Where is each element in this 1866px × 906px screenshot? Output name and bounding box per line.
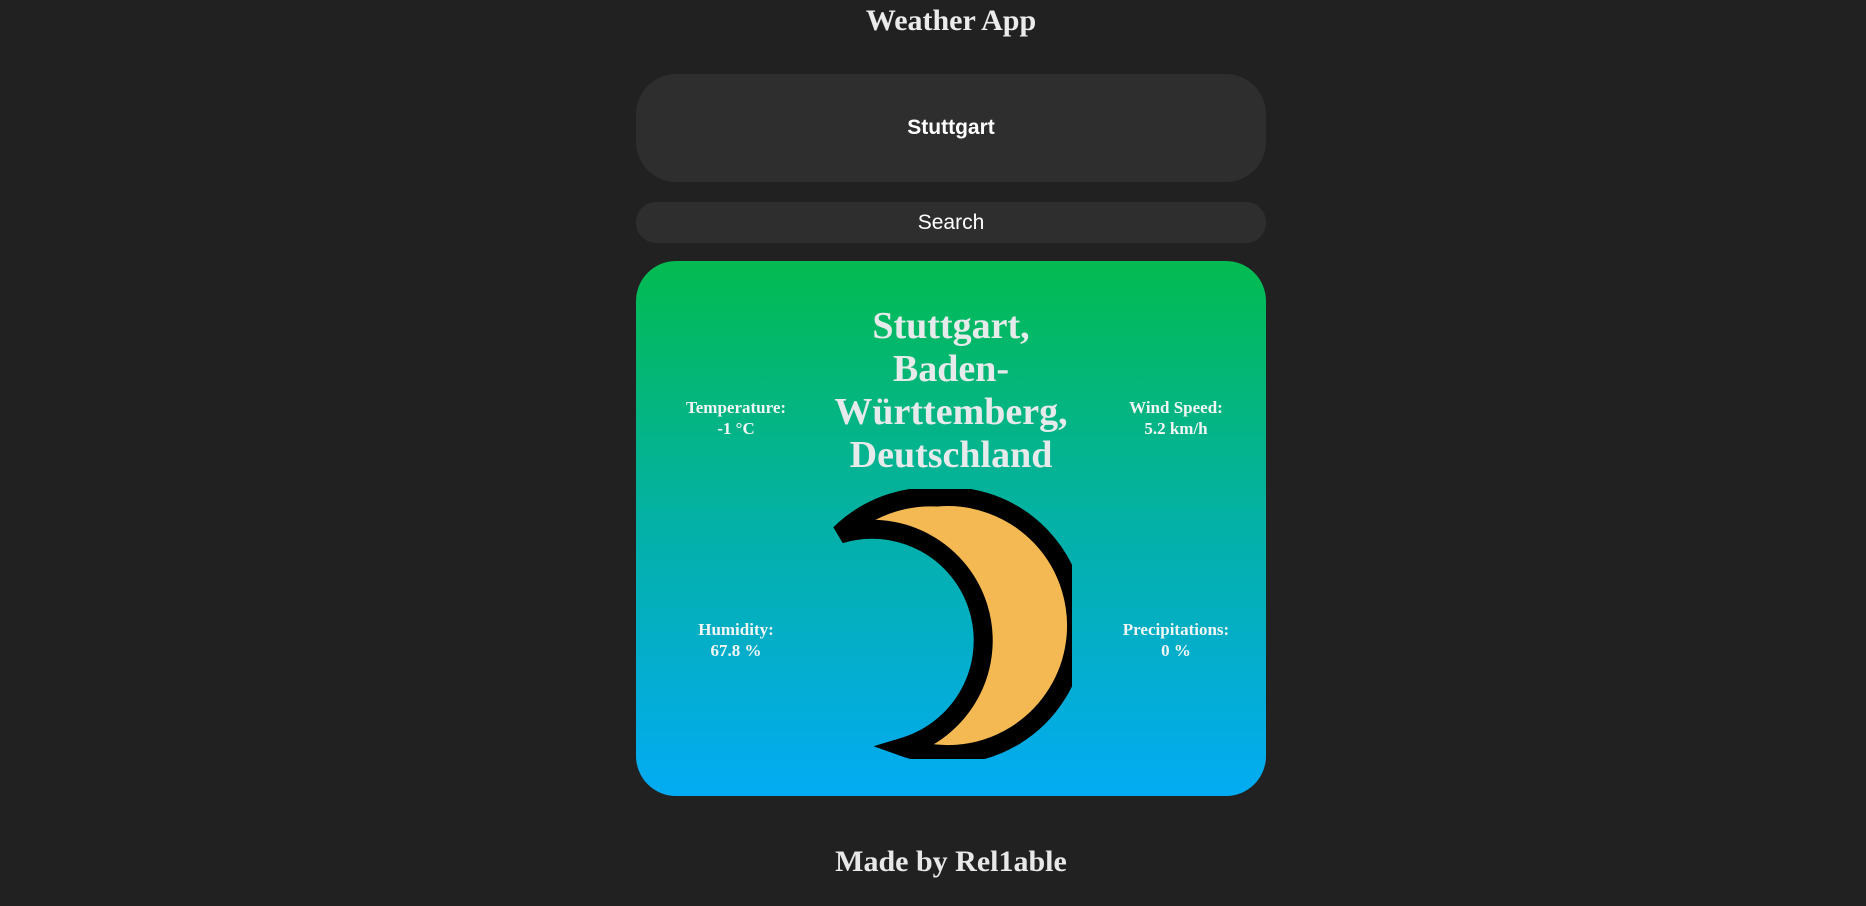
location-title: Stuttgart, Baden- Württemberg, Deutschla… bbox=[801, 305, 1101, 477]
humidity-label: Humidity: bbox=[698, 620, 774, 639]
city-search-input[interactable] bbox=[636, 74, 1266, 182]
temperature-value: -1 °C bbox=[717, 419, 755, 438]
wind-speed-value: 5.2 km/h bbox=[1144, 419, 1208, 438]
precipitation-stat: Precipitations: 0 % bbox=[1076, 619, 1266, 661]
location-line: Baden- bbox=[892, 348, 1010, 390]
location-line: Stuttgart, bbox=[872, 305, 1030, 347]
crescent-moon-icon bbox=[833, 489, 1072, 759]
temperature-stat: Temperature: -1 °C bbox=[636, 397, 836, 439]
temperature-label: Temperature: bbox=[685, 398, 787, 417]
weather-card: Stuttgart, Baden- Württemberg, Deutschla… bbox=[636, 261, 1266, 796]
location-line: Deutschland bbox=[849, 434, 1053, 476]
search-button[interactable]: Search bbox=[636, 202, 1266, 243]
wind-speed-stat: Wind Speed: 5.2 km/h bbox=[1076, 397, 1266, 439]
location-line: Württemberg, bbox=[834, 391, 1068, 433]
precipitation-value: 0 % bbox=[1161, 641, 1191, 660]
humidity-stat: Humidity: 67.8 % bbox=[636, 619, 836, 661]
footer-credit: Made by Rel1able bbox=[835, 845, 1067, 878]
app-title: Weather App bbox=[865, 4, 1037, 37]
wind-speed-label: Wind Speed: bbox=[1129, 398, 1223, 417]
humidity-value: 67.8 % bbox=[710, 641, 762, 660]
precipitation-label: Precipitations: bbox=[1122, 620, 1230, 639]
